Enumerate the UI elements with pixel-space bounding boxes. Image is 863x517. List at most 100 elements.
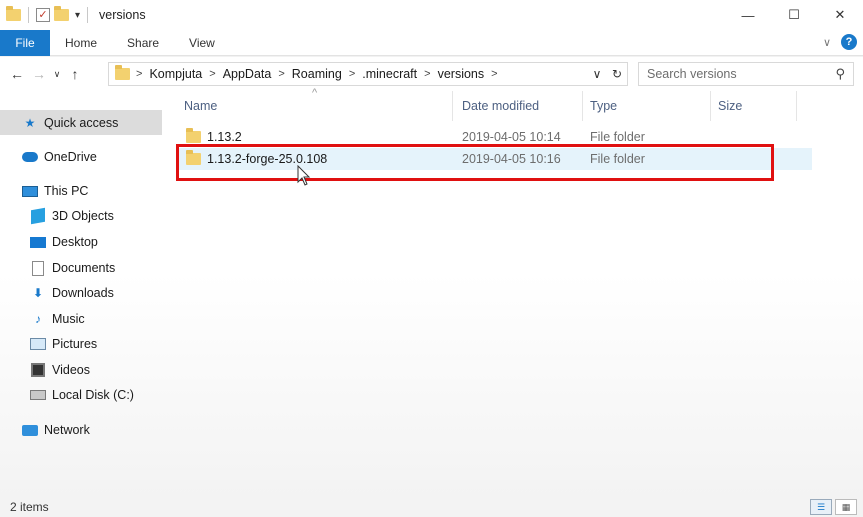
pictures-icon bbox=[30, 336, 46, 352]
type-cell: File folder bbox=[590, 130, 645, 144]
address-dropdown-chevron-down-icon[interactable]: ∨ bbox=[587, 67, 607, 81]
properties-icon[interactable]: ✓ bbox=[36, 8, 50, 22]
tab-view[interactable]: View bbox=[174, 30, 230, 56]
column-header-name[interactable]: Name bbox=[184, 91, 444, 121]
sidebar-item-label: Network bbox=[44, 423, 90, 437]
sidebar-item-label: Desktop bbox=[52, 235, 98, 249]
file-list: ^ Name Date modified Type Size 1.13.2 20… bbox=[162, 87, 863, 497]
column-divider[interactable] bbox=[710, 91, 711, 121]
sidebar-item-downloads[interactable]: ⬇ Downloads bbox=[30, 281, 114, 305]
folder-icon bbox=[115, 65, 130, 80]
sidebar-item-label: Videos bbox=[52, 363, 90, 377]
sidebar-item-this-pc[interactable]: This PC bbox=[22, 179, 88, 203]
folder-icon bbox=[186, 128, 201, 143]
folder-icon bbox=[6, 6, 21, 21]
toolbar-divider bbox=[28, 7, 29, 23]
details-view-icon[interactable]: ☰ bbox=[810, 499, 832, 515]
type-cell: File folder bbox=[590, 152, 645, 166]
search-icon: ⚲ bbox=[835, 66, 845, 81]
sidebar-item-pictures[interactable]: Pictures bbox=[30, 332, 97, 356]
computer-icon bbox=[22, 183, 38, 199]
maximize-button[interactable]: ☐ bbox=[771, 0, 817, 30]
breadcrumb-kompjuta[interactable]: Kompjuta bbox=[149, 67, 202, 81]
sidebar-item-label: Quick access bbox=[44, 116, 119, 130]
column-divider[interactable] bbox=[582, 91, 583, 121]
file-name: 1.13.2 bbox=[207, 130, 242, 144]
close-button[interactable]: ✕ bbox=[817, 0, 863, 30]
chevron-right-icon[interactable]: > bbox=[209, 68, 215, 80]
column-divider[interactable] bbox=[452, 91, 453, 121]
table-row[interactable]: 1.13.2-forge-25.0.108 2019-04-05 10:16 F… bbox=[178, 148, 812, 170]
address-bar[interactable]: > Kompjuta > AppData > Roaming > .minecr… bbox=[108, 62, 628, 86]
tab-home[interactable]: Home bbox=[50, 30, 112, 56]
cloud-icon bbox=[22, 149, 38, 165]
customize-toolbar-chevron-icon[interactable]: ▾ bbox=[75, 10, 80, 21]
column-divider[interactable] bbox=[796, 91, 797, 121]
item-count: 2 items bbox=[10, 500, 49, 514]
sidebar-item-label: Downloads bbox=[52, 286, 114, 300]
desktop-icon bbox=[30, 234, 46, 250]
sidebar-item-label: Music bbox=[52, 312, 85, 326]
breadcrumb-minecraft[interactable]: .minecraft bbox=[362, 67, 417, 81]
sidebar-item-network[interactable]: Network bbox=[22, 418, 90, 442]
sidebar-item-documents[interactable]: Documents bbox=[30, 256, 115, 280]
date-modified-cell: 2019-04-05 10:14 bbox=[462, 130, 561, 144]
sidebar-item-label: Documents bbox=[52, 261, 116, 275]
content-area: ★ Quick access OneDrive This PC 3D Objec… bbox=[0, 87, 863, 497]
network-icon bbox=[22, 422, 38, 438]
help-icon[interactable]: ? bbox=[841, 34, 857, 50]
chevron-right-icon[interactable]: > bbox=[278, 68, 284, 80]
breadcrumb-versions[interactable]: versions bbox=[438, 67, 485, 81]
file-name: 1.13.2-forge-25.0.108 bbox=[207, 152, 328, 166]
search-input[interactable]: Search versions ⚲ bbox=[638, 62, 854, 86]
sidebar-item-onedrive[interactable]: OneDrive bbox=[22, 145, 97, 169]
videos-icon bbox=[30, 362, 46, 378]
breadcrumb: > Kompjuta > AppData > Roaming > .minecr… bbox=[136, 67, 505, 81]
column-header-date-modified[interactable]: Date modified bbox=[462, 91, 582, 121]
chevron-right-icon[interactable]: > bbox=[349, 68, 355, 80]
sidebar-item-local-disk[interactable]: Local Disk (C:) bbox=[30, 383, 134, 407]
sidebar-item-label: This PC bbox=[44, 184, 89, 198]
document-icon bbox=[30, 260, 46, 276]
address-bar-tail: ∨ ↻ bbox=[587, 63, 627, 85]
sidebar-item-3d-objects[interactable]: 3D Objects bbox=[30, 204, 114, 228]
sidebar-item-label: Pictures bbox=[52, 337, 98, 351]
breadcrumb-roaming[interactable]: Roaming bbox=[292, 67, 342, 81]
back-button[interactable]: ← bbox=[6, 66, 28, 82]
view-toggle: ☰ ▦ bbox=[810, 499, 857, 515]
forward-button[interactable]: → bbox=[28, 66, 50, 82]
ribbon-tabs: File Home Share View ∨ ? bbox=[0, 29, 863, 56]
window-title: versions bbox=[99, 8, 146, 22]
tab-file[interactable]: File bbox=[0, 29, 50, 56]
star-icon: ★ bbox=[24, 116, 36, 130]
navigation-pane: ★ Quick access OneDrive This PC 3D Objec… bbox=[0, 91, 162, 497]
window-controls: — ☐ ✕ bbox=[725, 0, 863, 30]
column-header-size[interactable]: Size bbox=[718, 91, 798, 121]
date-modified-cell: 2019-04-05 10:16 bbox=[462, 152, 561, 166]
mouse-cursor-icon bbox=[297, 165, 311, 186]
large-icons-view-icon[interactable]: ▦ bbox=[835, 499, 857, 515]
chevron-right-icon[interactable]: > bbox=[424, 68, 430, 80]
refresh-icon[interactable]: ↻ bbox=[607, 67, 627, 81]
sidebar-item-quick-access[interactable]: ★ Quick access bbox=[22, 111, 119, 135]
expand-ribbon-chevron-icon[interactable]: ∨ bbox=[823, 36, 831, 49]
sidebar-item-music[interactable]: ♪ Music bbox=[30, 307, 85, 331]
minimize-button[interactable]: — bbox=[725, 0, 771, 30]
sidebar-item-label: OneDrive bbox=[44, 150, 97, 164]
tab-share[interactable]: Share bbox=[112, 30, 174, 56]
chevron-right-icon[interactable]: > bbox=[136, 68, 142, 80]
table-row[interactable]: 1.13.2 2019-04-05 10:14 File folder bbox=[178, 126, 812, 148]
music-icon: ♪ bbox=[35, 312, 41, 326]
breadcrumb-appdata[interactable]: AppData bbox=[223, 67, 272, 81]
up-button[interactable]: ↑ bbox=[64, 66, 86, 82]
cube-icon bbox=[30, 207, 46, 225]
chevron-right-icon[interactable]: > bbox=[491, 68, 497, 80]
new-folder-icon[interactable] bbox=[54, 6, 69, 21]
download-icon: ⬇ bbox=[32, 286, 44, 300]
ribbon-right: ∨ ? bbox=[823, 34, 857, 50]
column-header-type[interactable]: Type bbox=[590, 91, 710, 121]
recent-locations-button[interactable]: ∨ bbox=[50, 69, 64, 80]
sidebar-item-desktop[interactable]: Desktop bbox=[30, 230, 98, 254]
status-bar: 2 items ☰ ▦ bbox=[0, 497, 863, 517]
sidebar-item-videos[interactable]: Videos bbox=[30, 358, 90, 382]
